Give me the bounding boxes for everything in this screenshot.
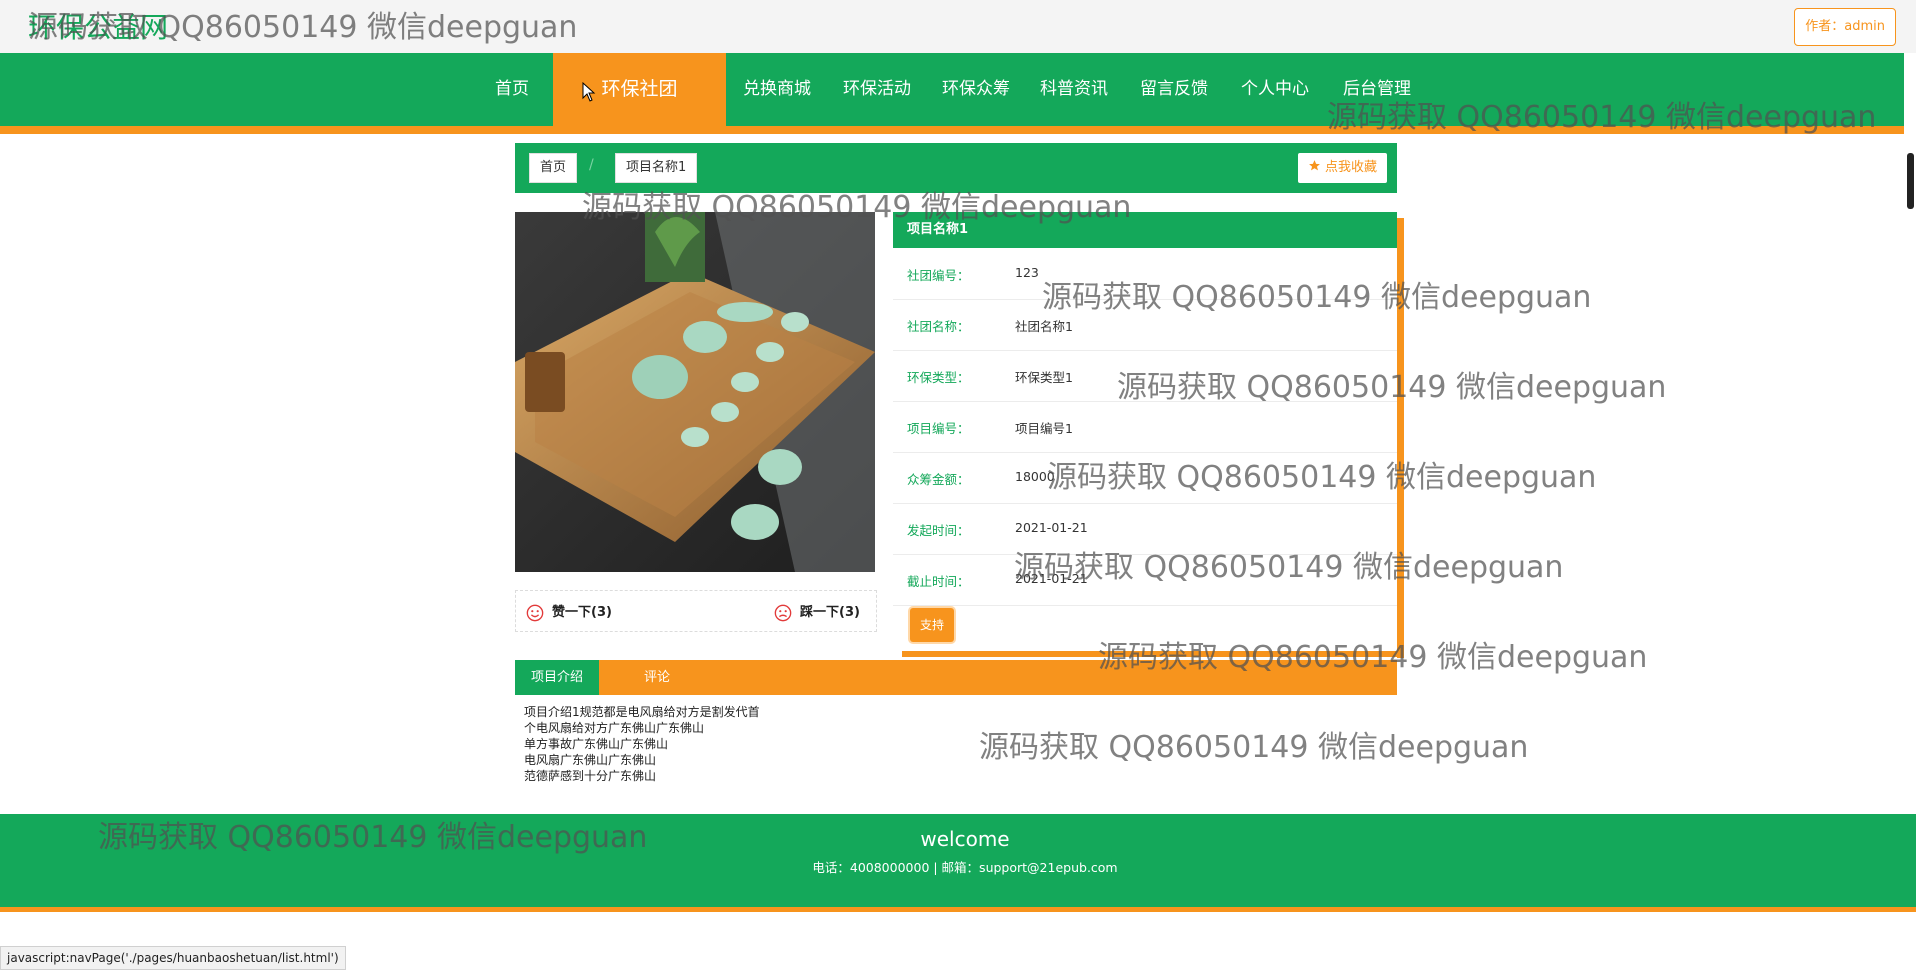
intro-line: 个电风扇给对方广东佛山广东佛山	[524, 721, 705, 735]
site-title[interactable]: 环保公益网	[28, 6, 168, 46]
detail-value: 2021-01-21	[1015, 520, 1088, 535]
detail-row: 社团名称： 社团名称1	[893, 299, 1397, 351]
nav-border	[0, 126, 1916, 134]
panel-accent-right	[1397, 218, 1404, 658]
detail-row: 众筹金额： 18000	[893, 452, 1397, 504]
tab-comments[interactable]: 评论	[615, 660, 699, 695]
nav-item-clubs[interactable]: 环保社团	[553, 53, 726, 126]
detail-row: 截止时间： 2021-01-21	[893, 554, 1397, 606]
intro-line: 电风扇广东佛山广东佛山	[524, 753, 657, 767]
detail-label: 环保类型：	[907, 370, 970, 385]
detail-value: 社团名称1	[1015, 319, 1073, 334]
footer-welcome: welcome	[920, 827, 1010, 851]
footer-border	[0, 907, 1916, 912]
footer-contact: 电话：4008000000 | 邮箱：support@21epub.com	[812, 860, 1118, 875]
like-label: 赞一下(3)	[552, 605, 612, 620]
top-bar: 环保公益网 作者：admin	[0, 0, 1916, 53]
nav-item-crowdfunding[interactable]: 环保众筹	[942, 53, 1010, 126]
nav-item-home[interactable]: 首页	[495, 53, 529, 126]
vote-bar: 赞一下(3) 踩一下(3)	[515, 590, 877, 632]
smile-icon	[526, 604, 544, 621]
intro-text: 项目介绍1规范都是电风扇给对方是割发代首 个电风扇给对方广东佛山广东佛山 单方事…	[524, 704, 944, 784]
detail-label: 社团编号：	[907, 268, 970, 283]
watermark: 源码获取 QQ86050149 微信deepguan	[979, 730, 1529, 765]
favorite-button[interactable]: 点我收藏	[1297, 153, 1387, 183]
detail-label: 社团名称：	[907, 319, 970, 334]
cursor-icon	[582, 82, 596, 102]
dislike-button[interactable]: 踩一下(3)	[774, 601, 860, 622]
nav-item-shop[interactable]: 兑换商城	[743, 53, 811, 126]
detail-value: 123	[1015, 265, 1039, 280]
like-button[interactable]: 赞一下(3)	[526, 601, 612, 622]
detail-row: 社团编号： 123	[893, 248, 1397, 300]
support-button[interactable]: 支持	[910, 608, 954, 642]
detail-label: 截止时间：	[907, 574, 970, 589]
tab-intro[interactable]: 项目介绍	[515, 660, 599, 695]
nav-item-admin[interactable]: 后台管理	[1343, 53, 1411, 126]
detail-row: 项目编号： 项目编号1	[893, 401, 1397, 453]
favorite-label: 点我收藏	[1324, 160, 1377, 175]
panel-accent-bottom	[902, 651, 1404, 657]
detail-value: 18000	[1015, 469, 1055, 484]
nav-item-profile[interactable]: 个人中心	[1241, 53, 1309, 126]
breadcrumb-home[interactable]: 首页	[529, 153, 578, 183]
author-badge[interactable]: 作者：admin	[1794, 8, 1896, 46]
tab-bar: 项目介绍 评论	[515, 660, 1397, 695]
intro-line: 单方事故广东佛山广东佛山	[524, 737, 669, 751]
intro-line: 范德萨感到十分广东佛山	[524, 769, 657, 783]
breadcrumb: 首页 / 项目名称1 点我收藏	[515, 143, 1397, 193]
breadcrumb-separator: /	[589, 157, 594, 173]
tea-set-photo	[515, 212, 875, 572]
breadcrumb-current[interactable]: 项目名称1	[615, 153, 698, 183]
detail-label: 众筹金额：	[907, 472, 970, 487]
main-nav: 首页 环保社团 兑换商城 环保活动 环保众筹 科普资讯 留言反馈 个人中心 后台…	[0, 53, 1916, 126]
detail-label: 发起时间：	[907, 523, 970, 538]
nav-item-feedback[interactable]: 留言反馈	[1140, 53, 1208, 126]
nav-item-news[interactable]: 科普资讯	[1040, 53, 1108, 126]
nav-item-activities[interactable]: 环保活动	[843, 53, 911, 126]
detail-value: 环保类型1	[1015, 370, 1073, 385]
detail-label: 项目编号：	[907, 421, 970, 436]
intro-line: 项目介绍1规范都是电风扇给对方是割发代首	[524, 705, 760, 719]
sad-icon	[774, 604, 792, 621]
detail-row: 发起时间： 2021-01-21	[893, 503, 1397, 555]
status-bar-url: javascript:navPage('./pages/huanbaoshetu…	[0, 946, 346, 970]
scrollbar-thumb[interactable]	[1907, 153, 1914, 209]
star-icon	[1308, 160, 1320, 171]
detail-title: 项目名称1	[893, 212, 1397, 248]
product-image	[515, 212, 875, 572]
detail-panel: 项目名称1 社团编号： 123 社团名称： 社团名称1 环保类型： 环保类型1 …	[893, 212, 1397, 652]
detail-value: 项目编号1	[1015, 421, 1073, 436]
dislike-label: 踩一下(3)	[800, 605, 860, 620]
detail-value: 2021-01-21	[1015, 571, 1088, 586]
detail-row: 环保类型： 环保类型1	[893, 350, 1397, 402]
